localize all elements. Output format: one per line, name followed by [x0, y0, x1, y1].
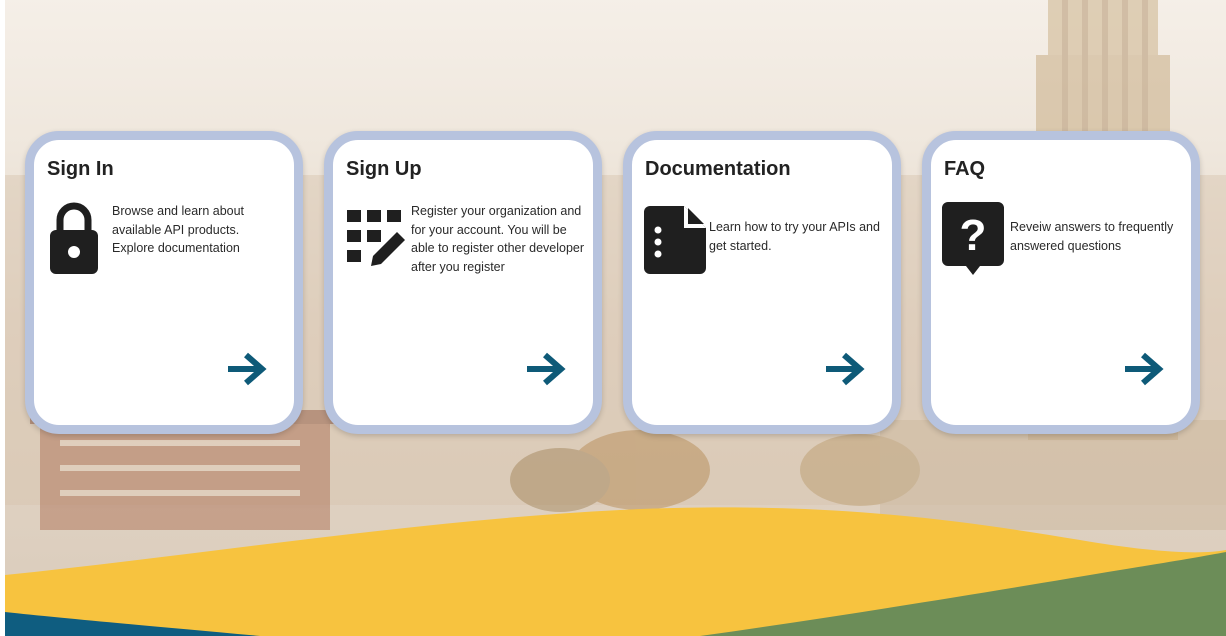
card-description: Learn how to try your APIs and get start…	[709, 220, 880, 253]
card-description: Register your organization and for your …	[411, 204, 585, 274]
card-description: Browse and learn about available API pro…	[112, 204, 245, 255]
document-icon	[644, 206, 706, 274]
card-title: FAQ	[944, 158, 986, 180]
question-bubble-icon: ?	[942, 202, 1004, 275]
lock-icon	[50, 202, 98, 274]
page-edge	[0, 0, 5, 636]
card-sign-in[interactable]: Sign In Browse and learn about available…	[25, 131, 303, 434]
svg-text:?: ?	[960, 211, 987, 260]
card-sign-up[interactable]: Sign Up Register your organization and f…	[324, 131, 602, 434]
arrow-right-icon[interactable]	[525, 352, 567, 386]
card-title: Sign In	[47, 158, 114, 180]
card-title: Sign Up	[346, 158, 422, 180]
card-faq[interactable]: FAQ ? Reveiw answers to frequently answe…	[922, 131, 1200, 434]
arrow-right-icon[interactable]	[824, 352, 866, 386]
arrow-right-icon[interactable]	[1123, 352, 1165, 386]
card-title: Documentation	[645, 158, 791, 180]
register-grid-pencil-icon	[347, 210, 405, 266]
card-description: Reveiw answers to frequently answered qu…	[1010, 220, 1174, 253]
card-documentation[interactable]: Documentation Learn how to try your APIs…	[623, 131, 901, 434]
arrow-right-icon[interactable]	[226, 352, 268, 386]
